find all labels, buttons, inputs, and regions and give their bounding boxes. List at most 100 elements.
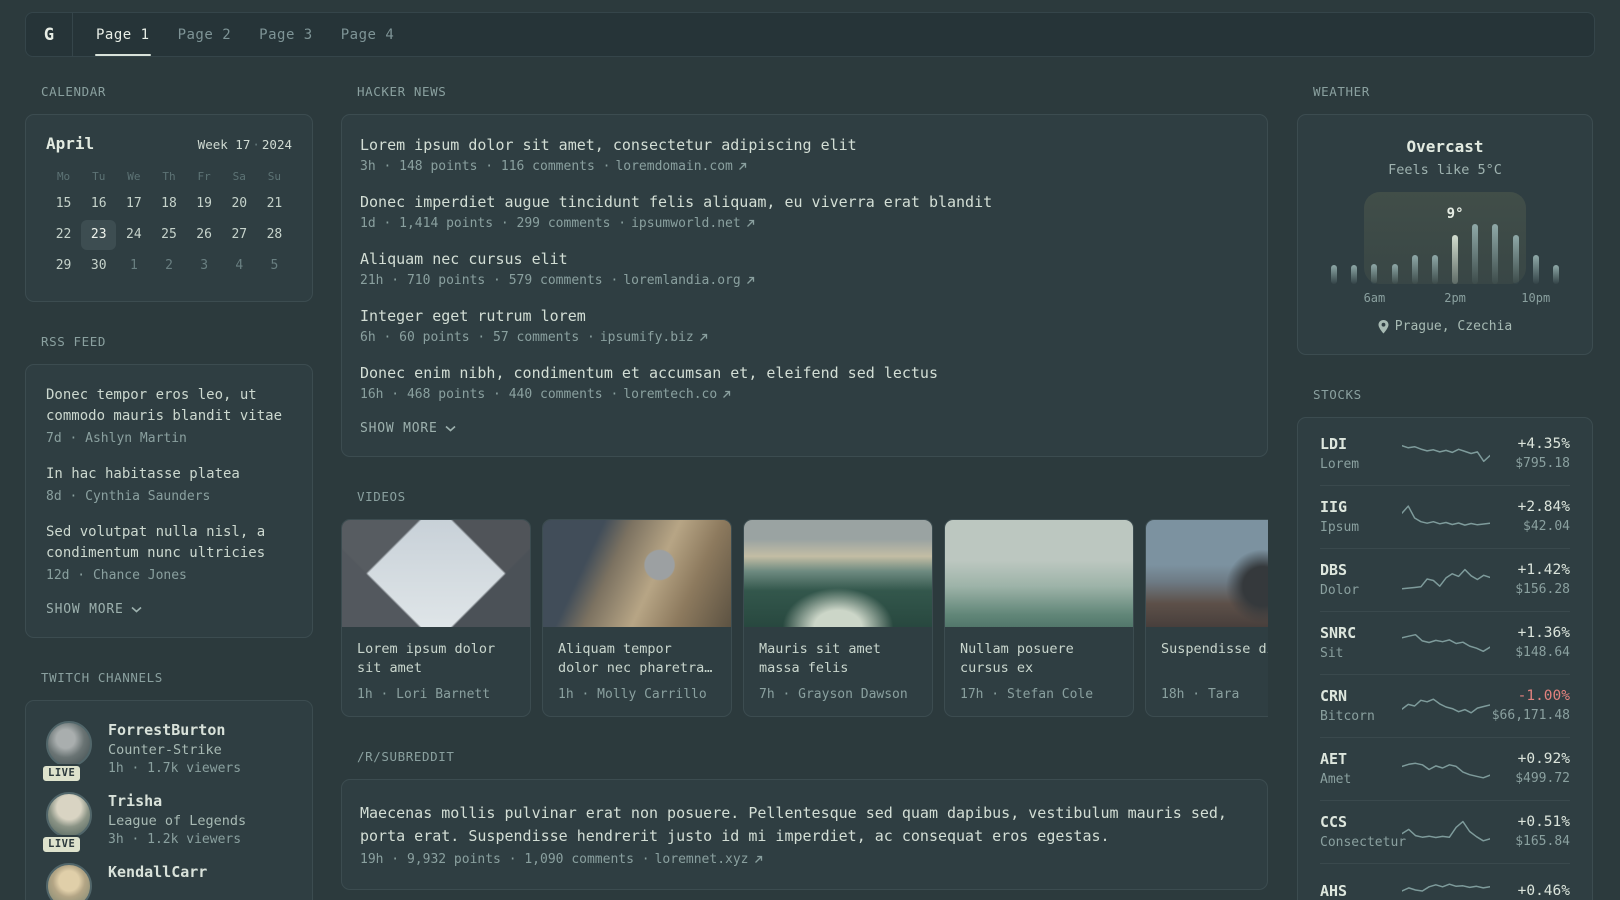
page-tab[interactable]: Page 4 <box>327 13 409 56</box>
chevron-down-icon <box>445 425 456 432</box>
weather-bar <box>1384 264 1404 284</box>
hackernews-item-meta: 16h · 468 points · 440 comments · loremt… <box>360 387 1249 402</box>
stock-identity: CRN Bitcorn <box>1320 687 1402 724</box>
video-meta: 1h · Lori Barnett <box>357 687 491 702</box>
video-title[interactable]: Suspendisse diam <box>1161 640 1268 678</box>
avatar <box>46 863 92 900</box>
subreddit-post-domain-link[interactable]: loremnet.xyz <box>655 852 749 867</box>
twitch-channel-name[interactable]: KendallCarr <box>108 863 207 881</box>
hackernews-item-title[interactable]: Donec imperdiet augue tincidunt felis al… <box>360 192 1249 212</box>
page-tab[interactable]: Page 1 <box>82 13 164 56</box>
app-logo[interactable]: G <box>26 13 72 56</box>
stock-row[interactable]: AHS +0.46% <box>1320 863 1570 900</box>
rss-item-title[interactable]: Donec tempor eros leo, ut commodo mauris… <box>46 385 292 427</box>
calendar-weekday: Sa <box>232 170 246 183</box>
external-link-icon <box>746 219 754 227</box>
stock-ticker[interactable]: CCS <box>1320 813 1402 831</box>
calendar-day: 22 <box>55 227 72 242</box>
subreddit-post-meta-text: 19h · 9,932 points · 1,090 comments · <box>360 852 650 867</box>
subreddit-post-title[interactable]: Maecenas mollis pulvinar erat non posuer… <box>360 802 1249 848</box>
stock-row[interactable]: SNRC Sit +1.36% $148.64 <box>1320 611 1570 674</box>
video-title[interactable]: Lorem ipsum dolor sit amet consectetu… <box>357 640 515 678</box>
videos-widget: VIDEOS Lorem ipsum dolor sit amet consec… <box>341 489 1268 717</box>
stock-values: +1.42% $156.28 <box>1490 562 1570 597</box>
stock-price: $165.84 <box>1515 834 1570 849</box>
stock-ticker[interactable]: IIG <box>1320 498 1402 516</box>
rss-item-meta-text: 12d · Chance Jones <box>46 568 187 583</box>
twitch-avatar-wrap: LIVE <box>41 792 92 854</box>
video-title[interactable]: Nullam posuere cursus ex <box>960 640 1118 678</box>
hackernews-item-title[interactable]: Lorem ipsum dolor sit amet, consectetur … <box>360 135 1249 155</box>
video-card[interactable]: Suspendisse diam 18h · Tara <box>1145 519 1268 717</box>
hackernews-item-title[interactable]: Aliquam nec cursus elit <box>360 249 1249 269</box>
twitch-channel-meta: 1h · 1.7k viewers <box>108 761 242 776</box>
hackernews-item-domain-link[interactable]: loremdomain.com <box>615 159 732 174</box>
hackernews-item-domain-link[interactable]: loremlandia.org <box>623 273 740 288</box>
weather-bar <box>1364 264 1384 284</box>
stock-change-percent: +1.36% <box>1517 625 1570 641</box>
stock-identity: AHS <box>1320 882 1402 900</box>
stock-ticker[interactable]: CRN <box>1320 687 1402 705</box>
video-card[interactable]: Mauris sit amet massa felis 7h · Grayson… <box>743 519 933 717</box>
twitch-channel-row[interactable]: LIVE Trisha League of Legends 3h · 1.2k … <box>41 792 292 854</box>
rss-item-title[interactable]: In hac habitasse platea <box>46 464 292 485</box>
twitch-channel-name[interactable]: Trisha <box>108 792 246 810</box>
stock-row[interactable]: AET Amet +0.92% $499.72 <box>1320 737 1570 800</box>
stock-row[interactable]: CRN Bitcorn -1.00% $66,171.48 <box>1320 674 1570 737</box>
twitch-channel-row[interactable]: KendallCarr <box>46 863 292 900</box>
video-meta: 1h · Molly Carrillo <box>558 687 707 702</box>
calendar-day: 21 <box>266 196 283 211</box>
calendar-day: 20 <box>231 196 248 211</box>
video-card[interactable]: Aliquam tempor dolor nec pharetra… 1h · … <box>542 519 732 717</box>
page-tab[interactable]: Page 2 <box>164 13 246 56</box>
stock-ticker[interactable]: SNRC <box>1320 624 1402 642</box>
hackernews-item-domain-link[interactable]: loremtech.co <box>623 387 717 402</box>
video-card[interactable]: Nullam posuere cursus ex 17h · Stefan Co… <box>944 519 1134 717</box>
twitch-channel-row[interactable]: LIVE ForrestBurton Counter-Strike 1h · 1… <box>41 721 292 783</box>
hackernews-show-more-button[interactable]: SHOW MORE <box>360 421 456 436</box>
stock-row[interactable]: LDI Lorem +4.35% $795.18 <box>1320 423 1570 485</box>
stock-name: Consectetur <box>1320 835 1407 850</box>
stock-name: Lorem <box>1320 457 1360 472</box>
subreddit-widget: /R/SUBREDDIT Maecenas mollis pulvinar er… <box>341 749 1268 890</box>
rss-item-meta-text: 8d · Cynthia Saunders <box>46 489 211 504</box>
calendar-weekday: Tu <box>92 170 106 183</box>
stock-row[interactable]: CCS Consectetur +0.51% $165.84 <box>1320 800 1570 863</box>
weather-widget: WEATHER Overcast Feels like 5°C 9° 6am 2p… <box>1297 84 1593 355</box>
weather-bar <box>1344 265 1364 284</box>
weather-bar <box>1546 265 1566 284</box>
hackernews-item-domain-link[interactable]: ipsumify.biz <box>600 330 694 345</box>
stock-change-percent: +0.46% <box>1517 883 1570 899</box>
stock-ticker[interactable]: DBS <box>1320 561 1402 579</box>
separator-dot: · <box>252 137 260 152</box>
stock-row[interactable]: DBS Dolor +1.42% $156.28 <box>1320 548 1570 611</box>
hackernews-item-meta-text: 3h · 148 points · 116 comments · <box>360 159 611 174</box>
hackernews-section-title: HACKER NEWS <box>357 84 447 99</box>
hackernews-item-title[interactable]: Integer eget rutrum lorem <box>360 306 1249 326</box>
video-meta: 18h · Tara <box>1161 687 1240 702</box>
stock-ticker[interactable]: LDI <box>1320 435 1402 453</box>
calendar-day: 23 <box>81 220 117 250</box>
rss-show-more-button[interactable]: SHOW MORE <box>46 602 142 617</box>
rss-item-title[interactable]: Sed volutpat nulla nisl, a condimentum n… <box>46 522 292 564</box>
hackernews-item-domain-link[interactable]: ipsumworld.net <box>631 216 741 231</box>
stock-values: +4.35% $795.18 <box>1490 436 1570 471</box>
stock-sparkline-chart <box>1402 697 1490 714</box>
rss-list: Donec tempor eros leo, ut commodo mauris… <box>46 385 292 583</box>
page-tab[interactable]: Page 3 <box>245 13 327 56</box>
show-more-label: SHOW MORE <box>46 602 124 617</box>
video-title[interactable]: Mauris sit amet massa felis <box>759 640 917 678</box>
stock-ticker[interactable]: AET <box>1320 750 1402 768</box>
stock-row[interactable]: IIG Ipsum +2.84% $42.04 <box>1320 485 1570 548</box>
calendar-header: April Week 17 · 2024 <box>46 134 292 153</box>
hackernews-widget: HACKER NEWS Lorem ipsum dolor sit amet, … <box>341 84 1268 457</box>
stock-ticker[interactable]: AHS <box>1320 882 1402 900</box>
video-card[interactable]: Lorem ipsum dolor sit amet consectetu… 1… <box>341 519 531 717</box>
subreddit-post-meta: 19h · 9,932 points · 1,090 comments · lo… <box>360 852 1249 867</box>
video-title[interactable]: Aliquam tempor dolor nec pharetra… <box>558 640 716 678</box>
right-column: WEATHER Overcast Feels like 5°C 9° 6am 2p… <box>1297 84 1593 900</box>
twitch-channel-name[interactable]: ForrestBurton <box>108 721 241 739</box>
video-thumbnail <box>945 520 1133 627</box>
video-card-body: Nullam posuere cursus ex 17h · Stefan Co… <box>945 627 1133 716</box>
hackernews-item-title[interactable]: Donec enim nibh, condimentum et accumsan… <box>360 363 1249 383</box>
